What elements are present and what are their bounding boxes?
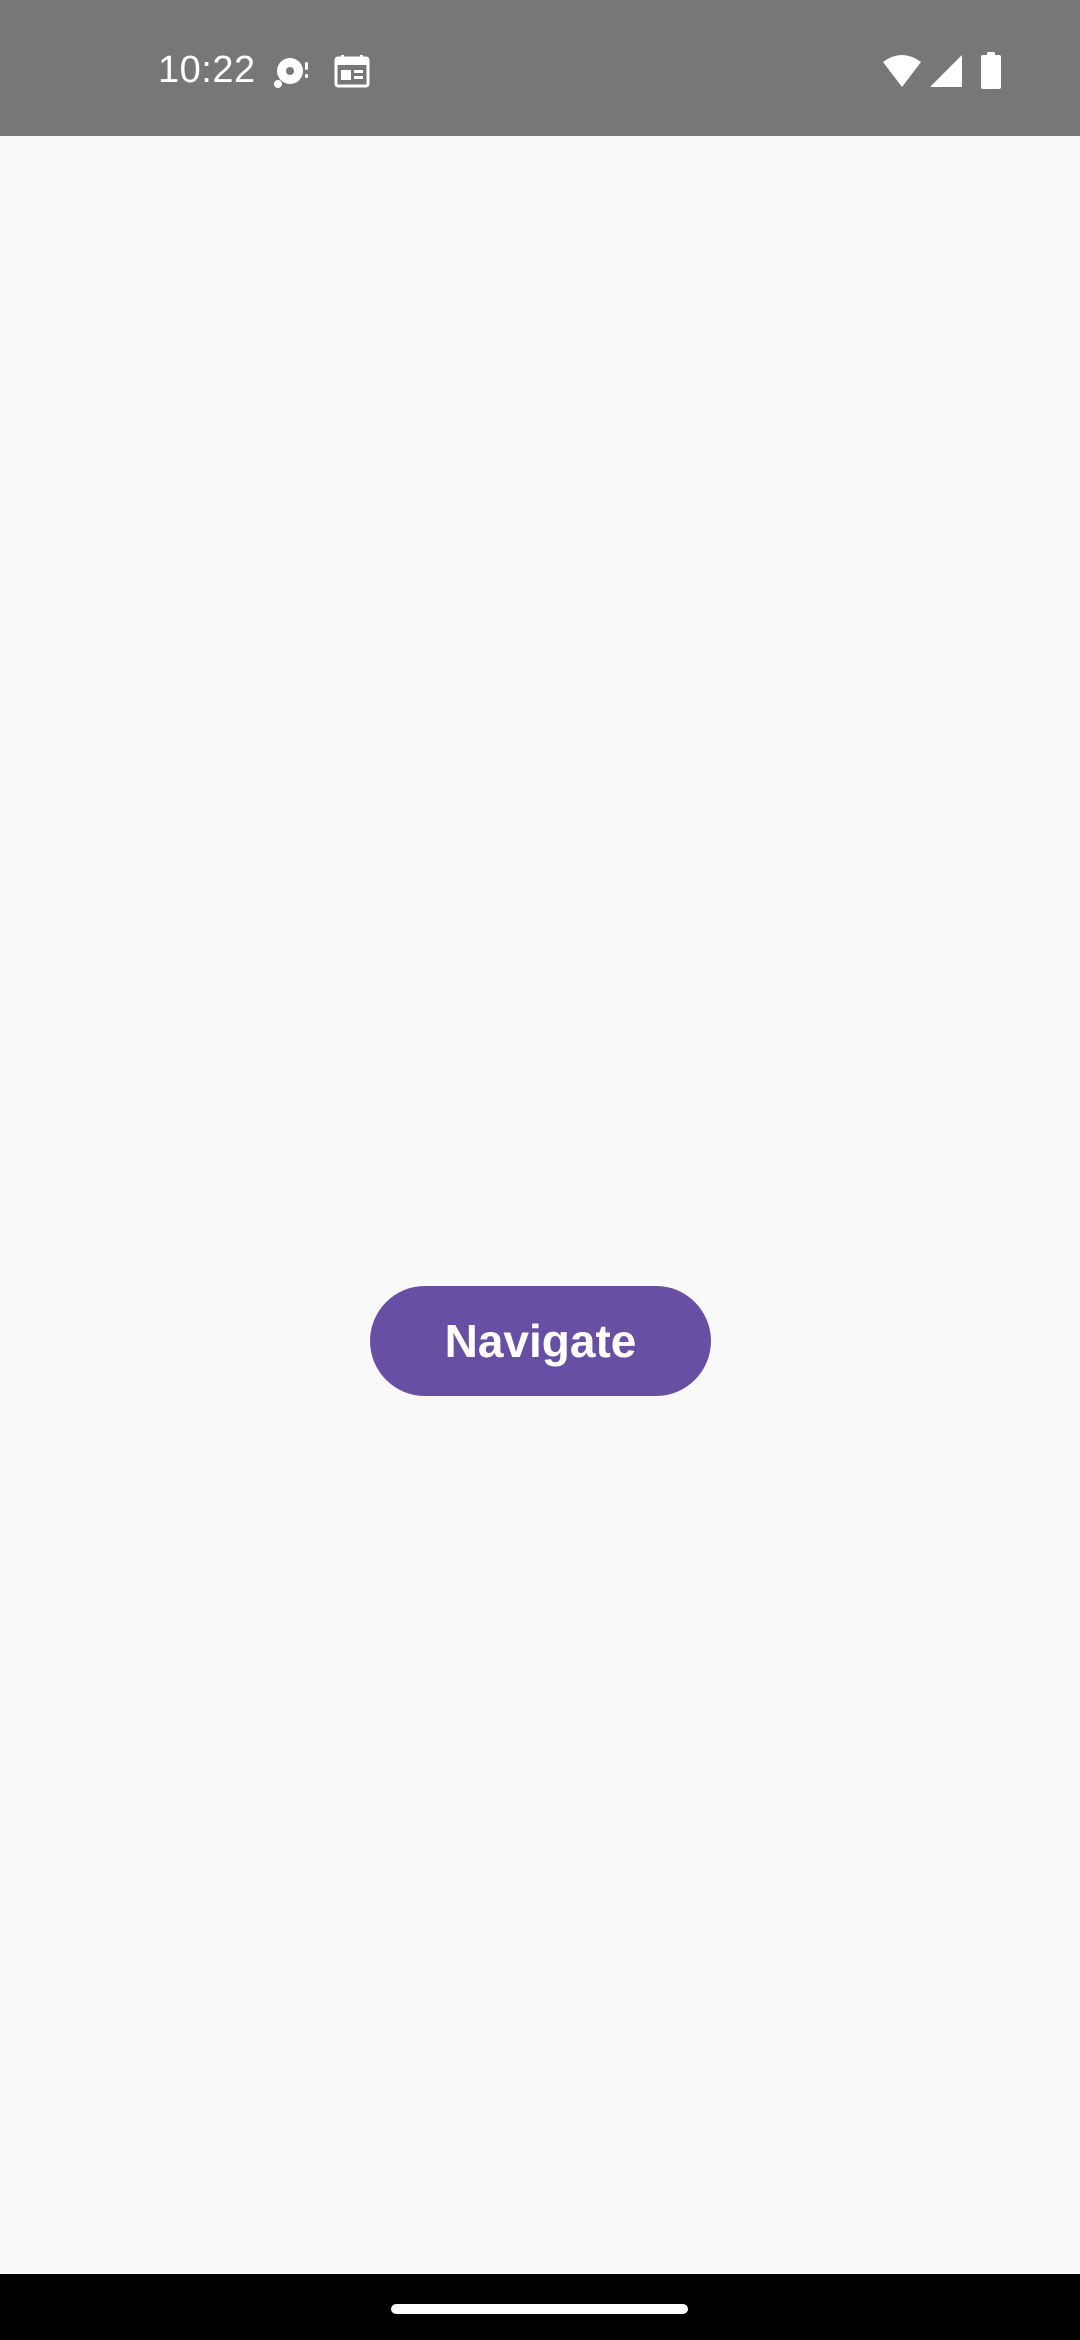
navigation-bar	[0, 2274, 1080, 2340]
status-time: 10:22	[158, 49, 256, 91]
home-gesture-handle[interactable]	[391, 2304, 688, 2314]
signal-icon	[930, 55, 962, 87]
calendar-icon	[334, 55, 370, 88]
main-content: Navigate	[0, 136, 1080, 2274]
status-bar: 10:22	[0, 0, 1080, 136]
media-playback-icon	[274, 58, 308, 88]
battery-icon	[981, 52, 1001, 89]
navigate-button[interactable]: Navigate	[370, 1286, 711, 1396]
wifi-icon	[883, 55, 921, 87]
